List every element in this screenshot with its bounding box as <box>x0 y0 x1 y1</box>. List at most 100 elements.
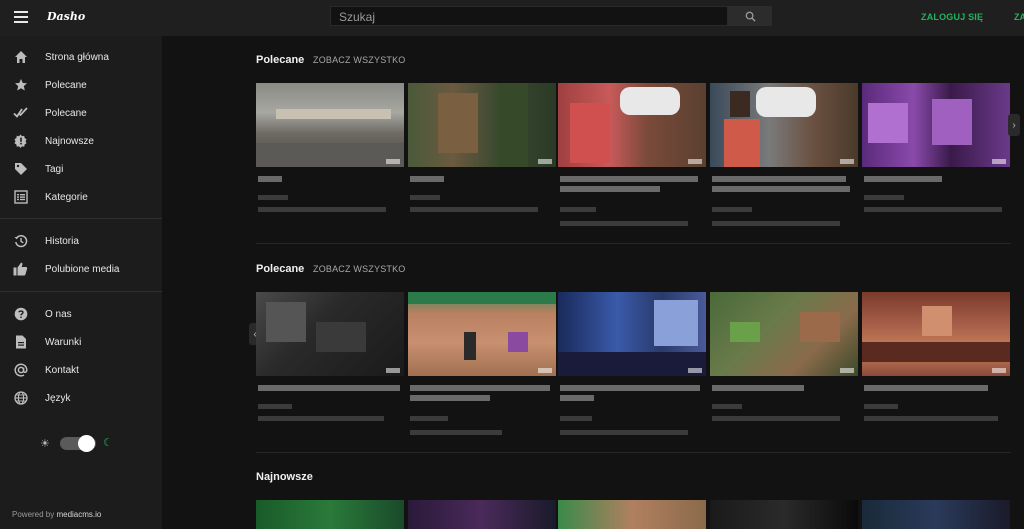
media-thumbnail[interactable] <box>558 500 706 529</box>
sidebar-item-featured[interactable]: Polecane <box>0 72 162 98</box>
media-meta <box>410 430 502 435</box>
register-button[interactable]: ZARE <box>1014 12 1024 22</box>
media-title[interactable] <box>712 176 846 182</box>
media-author[interactable] <box>258 404 292 409</box>
media-thumbnail[interactable] <box>710 83 858 167</box>
media-title[interactable] <box>712 385 804 391</box>
sidebar-item-label: Warunki <box>45 336 82 348</box>
sidebar-item-history[interactable]: Historia <box>0 228 162 254</box>
sidebar-item-label: O nas <box>45 308 72 320</box>
duration-badge <box>386 159 400 164</box>
sidebar-item-label: Tagi <box>45 163 64 175</box>
media-thumbnail[interactable] <box>408 83 556 167</box>
media-thumbnail[interactable] <box>256 500 404 529</box>
media-thumbnail[interactable] <box>558 83 706 167</box>
media-meta <box>864 207 1002 212</box>
media-meta <box>258 207 386 212</box>
logo[interactable]: Dasho <box>47 10 85 23</box>
media-title[interactable] <box>410 395 490 401</box>
theme-toggle-knob[interactable] <box>78 435 95 452</box>
sidebar-item-label: Polecane <box>45 107 87 119</box>
media-card[interactable] <box>710 500 858 529</box>
duration-badge <box>840 159 854 164</box>
search-button[interactable] <box>728 6 772 26</box>
media-card[interactable] <box>862 500 1010 529</box>
media-title[interactable] <box>560 395 594 401</box>
media-thumbnail[interactable] <box>256 83 404 167</box>
at-icon <box>13 363 28 378</box>
sidebar-item-about[interactable]: O nas <box>0 301 162 327</box>
login-button[interactable]: ZALOGUJ SIĘ <box>921 12 983 22</box>
search-input[interactable]: Szukaj <box>330 6 728 26</box>
media-thumbnail[interactable] <box>558 292 706 376</box>
top-bar: Dasho Szukaj ZALOGUJ SIĘ ZARE <box>0 0 1024 36</box>
media-card[interactable] <box>256 500 404 529</box>
sidebar-divider <box>0 291 162 292</box>
section-title: Polecane <box>256 263 305 275</box>
powered-by: Powered by mediacms.io <box>12 510 101 519</box>
media-thumbnail[interactable] <box>256 292 404 376</box>
moon-icon: ☾ <box>103 437 113 449</box>
media-author[interactable] <box>258 195 288 200</box>
media-meta <box>712 221 840 226</box>
media-thumbnail[interactable] <box>862 292 1010 376</box>
media-title[interactable] <box>864 385 988 391</box>
sidebar-item-label: Polecane <box>45 79 87 91</box>
carousel-next-button[interactable]: › <box>1008 114 1020 136</box>
sidebar-item-language[interactable]: Język <box>0 385 162 411</box>
media-author[interactable] <box>560 207 596 212</box>
media-thumbnail[interactable] <box>710 500 858 529</box>
duration-badge <box>688 368 702 373</box>
media-meta <box>864 416 998 421</box>
tag-icon <box>13 162 28 177</box>
media-title[interactable] <box>560 385 700 391</box>
media-thumbnail[interactable] <box>710 292 858 376</box>
media-author[interactable] <box>712 404 742 409</box>
sidebar-item-home[interactable]: Strona główna <box>0 44 162 70</box>
sidebar-item-liked-media[interactable]: Polubione media <box>0 256 162 282</box>
media-author[interactable] <box>712 207 752 212</box>
sidebar-item-label: Język <box>45 392 71 404</box>
media-author[interactable] <box>410 416 448 421</box>
media-title[interactable] <box>258 176 282 182</box>
media-author[interactable] <box>560 416 592 421</box>
media-card[interactable] <box>408 500 556 529</box>
sidebar-item-tags[interactable]: Tagi <box>0 156 162 182</box>
sidebar-item-terms[interactable]: Warunki <box>0 329 162 355</box>
media-title[interactable] <box>560 186 660 192</box>
media-thumbnail[interactable] <box>862 500 1010 529</box>
globe-icon <box>13 391 28 406</box>
menu-icon[interactable] <box>14 11 28 23</box>
section-divider <box>256 452 1011 453</box>
media-title[interactable] <box>560 176 698 182</box>
powered-link[interactable]: mediacms.io <box>56 510 101 519</box>
duration-badge <box>992 368 1006 373</box>
media-meta <box>560 221 688 226</box>
sidebar-divider <box>0 218 162 219</box>
media-title[interactable] <box>712 186 850 192</box>
sidebar-item-label: Polubione media <box>45 263 120 275</box>
media-title[interactable] <box>410 385 550 391</box>
media-thumbnail[interactable] <box>408 292 556 376</box>
media-meta <box>712 416 840 421</box>
media-meta <box>410 207 538 212</box>
sidebar-item-recommended[interactable]: Polecane <box>0 100 162 126</box>
see-all-link[interactable]: ZOBACZ WSZYSTKO <box>313 264 406 274</box>
media-thumbnail[interactable] <box>408 500 556 529</box>
media-title[interactable] <box>410 176 444 182</box>
badge-icon <box>13 134 28 149</box>
check-icon <box>13 106 28 121</box>
media-card[interactable] <box>558 500 706 529</box>
media-author[interactable] <box>864 404 898 409</box>
sidebar-item-categories[interactable]: Kategorie <box>0 184 162 210</box>
media-title[interactable] <box>258 385 400 391</box>
sidebar-item-contact[interactable]: Kontakt <box>0 357 162 383</box>
sidebar-item-latest[interactable]: Najnowsze <box>0 128 162 154</box>
media-author[interactable] <box>410 195 440 200</box>
duration-badge <box>840 368 854 373</box>
see-all-link[interactable]: ZOBACZ WSZYSTKO <box>313 55 406 65</box>
sidebar-item-label: Kontakt <box>45 364 79 376</box>
media-thumbnail[interactable] <box>862 83 1010 167</box>
media-title[interactable] <box>864 176 942 182</box>
media-author[interactable] <box>864 195 904 200</box>
